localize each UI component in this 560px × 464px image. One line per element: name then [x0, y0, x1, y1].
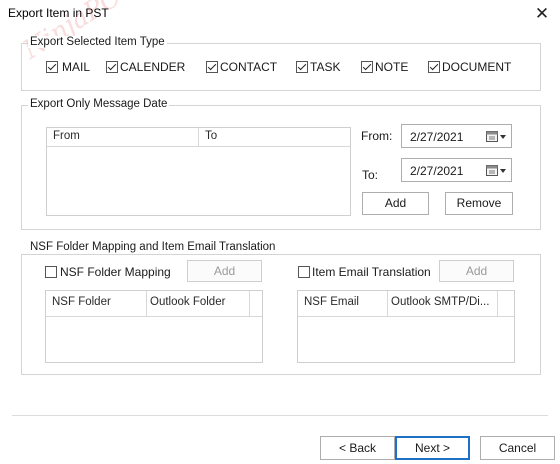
item-email-translation-checkbox-box[interactable]	[298, 266, 310, 278]
column-header-to[interactable]: To	[205, 130, 217, 142]
task-checkbox-box[interactable]	[296, 61, 308, 73]
column-header-nsf-folder[interactable]: NSF Folder	[52, 296, 111, 308]
add-date-button[interactable]: Add	[362, 192, 429, 215]
column-header-outlook-folder[interactable]: Outlook Folder	[150, 296, 248, 308]
note-checkbox-box[interactable]	[361, 61, 373, 73]
next-button[interactable]: Next >	[395, 436, 470, 460]
note-label: NOTE	[375, 60, 409, 74]
item-type-legend: Export Selected Item Type	[28, 36, 167, 48]
nsf-folder-mapping-checkbox-box[interactable]	[45, 266, 57, 278]
calendar-dropdown-icon[interactable]	[486, 164, 508, 177]
header-divider	[298, 316, 514, 317]
date-range-list[interactable]: From To	[46, 127, 351, 216]
column-header-outlook-smtp[interactable]: Outlook SMTP/Di...	[391, 296, 495, 308]
column-divider	[198, 128, 199, 146]
header-divider	[46, 316, 262, 317]
footer-separator	[12, 415, 548, 416]
close-icon[interactable]: ✕	[531, 4, 553, 24]
calender-label: CALENDER	[120, 60, 186, 74]
header-divider	[47, 146, 350, 147]
column-divider	[249, 291, 250, 316]
nsf-email-list[interactable]: NSF Email Outlook SMTP/Di...	[297, 290, 515, 363]
contact-checkbox-box[interactable]	[206, 61, 218, 73]
to-date-value: 2/27/2021	[410, 164, 464, 178]
document-checkbox-box[interactable]	[428, 61, 440, 73]
message-date-legend: Export Only Message Date	[28, 98, 170, 110]
column-divider	[387, 291, 388, 316]
calendar-dropdown-icon[interactable]	[486, 130, 508, 143]
to-date-picker[interactable]: 2/27/2021	[401, 158, 512, 182]
nsf-folder-list[interactable]: NSF Folder Outlook Folder	[45, 290, 263, 363]
column-divider	[146, 291, 147, 316]
from-date-picker[interactable]: 2/27/2021	[401, 124, 512, 148]
nsf-folder-mapping-label: NSF Folder Mapping	[60, 265, 171, 279]
task-label: TASK	[310, 60, 341, 74]
back-button[interactable]: < Back	[320, 436, 395, 460]
from-date-label: From:	[361, 129, 393, 143]
mail-checkbox-box[interactable]	[46, 61, 58, 73]
calender-checkbox-box[interactable]	[106, 61, 118, 73]
add-folder-mapping-button[interactable]: Add	[187, 260, 262, 282]
column-header-nsf-email[interactable]: NSF Email	[304, 296, 359, 308]
add-email-translation-button[interactable]: Add	[439, 260, 514, 282]
window-title: Export Item in PST	[8, 6, 109, 20]
document-label: DOCUMENT	[442, 60, 512, 74]
nsf-mapping-legend: NSF Folder Mapping and Item Email Transl…	[28, 241, 278, 253]
mail-label: MAIL	[62, 60, 91, 74]
column-divider	[497, 291, 498, 316]
contact-label: CONTACT	[220, 60, 278, 74]
remove-date-button[interactable]: Remove	[445, 192, 513, 215]
column-header-from[interactable]: From	[53, 130, 80, 142]
to-date-label: To:	[362, 168, 379, 182]
from-date-value: 2/27/2021	[410, 130, 464, 144]
cancel-button[interactable]: Cancel	[480, 436, 555, 460]
item-email-translation-label: Item Email Translation	[312, 265, 431, 279]
